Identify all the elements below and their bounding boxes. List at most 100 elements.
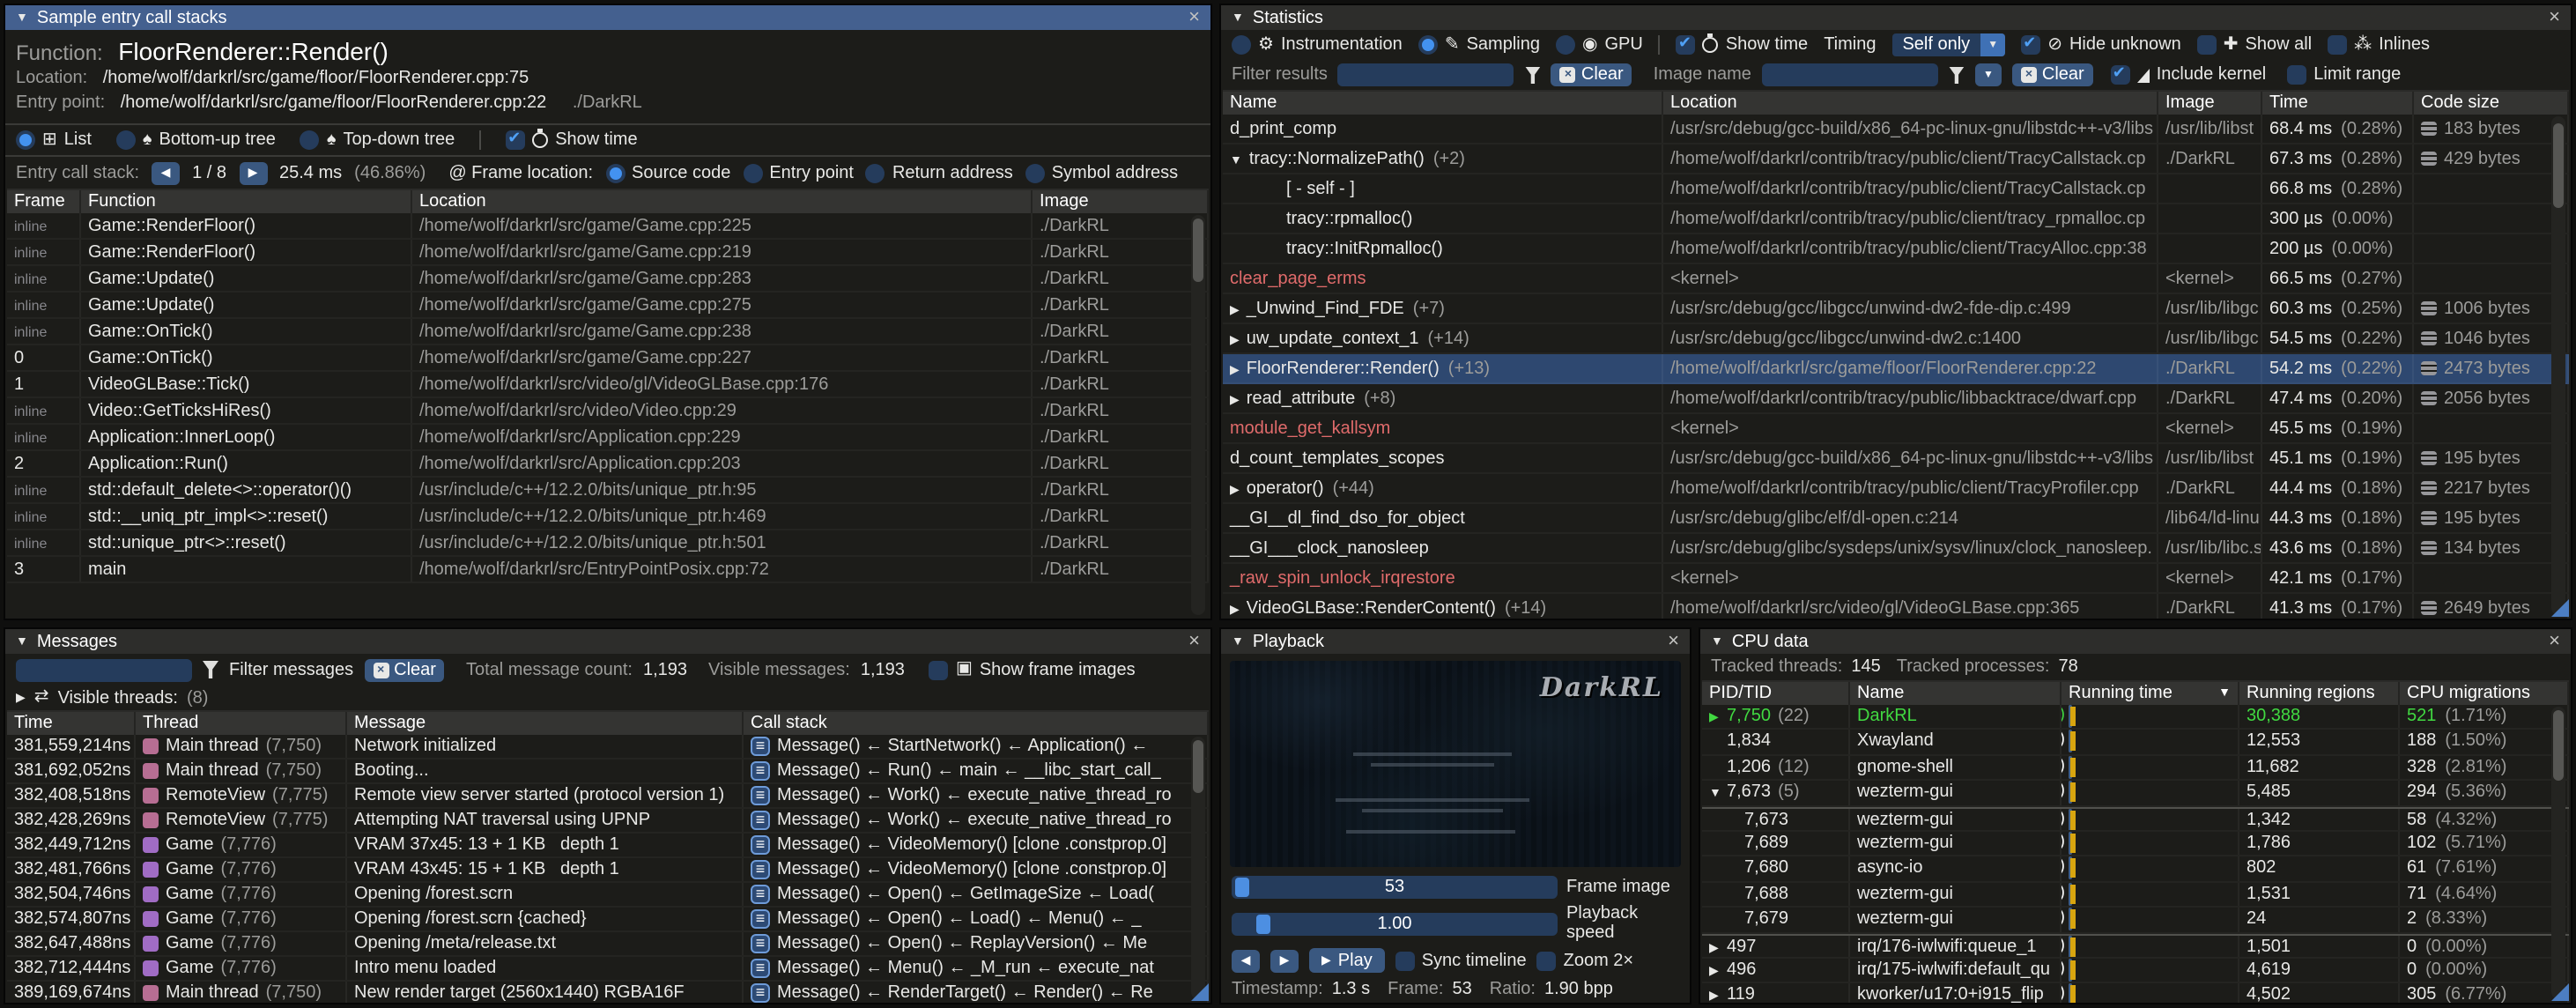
list-icon[interactable]: ≡ [751, 983, 770, 1003]
play-button[interactable]: ▶Play [1309, 948, 1385, 973]
collapse-icon[interactable]: ▼ [1711, 635, 1723, 648]
frame-loc-entry[interactable]: Entry point [743, 163, 854, 182]
statistics-row[interactable]: __GI__dl_find_dso_for_object /usr/src/de… [1223, 504, 2569, 534]
cpu-row[interactable]: ▶497 irq/176-iwlwifi:queue_1 132.15 ms (… [1702, 933, 2569, 959]
show-all-checkbox[interactable]: ✚Show all [2197, 35, 2312, 55]
call-stack-cell[interactable]: ≡Message() ← StartNetwork() ← Applicatio… [744, 735, 1209, 758]
location-cell[interactable]: /usr/src/debug/gcc/libgcc/unwind-dw2.c:1… [1663, 324, 2158, 352]
col-image[interactable]: Image [2158, 92, 2262, 115]
location-cell[interactable]: /home/wolf/darkrl/src/EntryPointPosix.cp… [412, 557, 1033, 582]
name-cell[interactable]: ▶uw_update_context_1(+14) [1223, 324, 1663, 352]
time-cell[interactable]: 382,428,269ns [7, 809, 136, 832]
name-cell[interactable]: __GI__dl_find_dso_for_object [1223, 504, 1663, 532]
pid-cell[interactable]: 7,673 [1702, 808, 1850, 830]
call-stack-row[interactable]: inline Application::InnerLoop() /home/wo… [7, 425, 1209, 451]
location-cell[interactable]: /usr/src/debug/gcc-build/x86_64-pc-linux… [1663, 444, 2158, 472]
close-icon[interactable]: × [2549, 8, 2560, 27]
name-cell[interactable]: ▶_Unwind_Find_FDE(+7) [1223, 294, 1663, 322]
call-stack-cell[interactable]: ≡Message() ← RenderTarget() ← Render() ←… [744, 982, 1209, 1003]
list-icon[interactable]: ≡ [751, 959, 770, 978]
call-stack-row[interactable]: 1 VideoGLBase::Tick() /home/wolf/darkrl/… [7, 372, 1209, 398]
list-icon[interactable]: ≡ [751, 860, 770, 879]
cpu-row[interactable]: 1,834 Xwayland 9.57 s (39.44%) 12,553 18… [1702, 730, 2569, 756]
list-icon[interactable]: ≡ [751, 786, 770, 805]
pid-cell[interactable]: 7,688 [1702, 882, 1850, 906]
list-icon[interactable]: ≡ [751, 761, 770, 781]
next-stack-button[interactable]: ▶ [239, 161, 267, 184]
scrollbar-thumb[interactable] [2553, 123, 2564, 208]
col-function[interactable]: Function [81, 190, 412, 213]
timing-dropdown[interactable]: Self only▼ [1891, 33, 2005, 56]
zoom-2x-checkbox[interactable]: Zoom 2× [1537, 951, 1634, 970]
close-icon[interactable]: × [1188, 8, 1200, 27]
message-row[interactable]: 382,408,518ns RemoteView(7,775) Remote v… [7, 784, 1209, 809]
function-cell[interactable]: Application::InnerLoop() [81, 425, 412, 449]
show-time-checkbox[interactable]: Show time [1677, 35, 1808, 55]
expander-icon[interactable]: ▶ [1230, 395, 1240, 407]
cpu-row[interactable]: 1,206(12) gnome-shell 4.64 s (19.10%) 11… [1702, 756, 2569, 782]
function-cell[interactable]: Game::OnTick() [81, 345, 412, 370]
name-cell[interactable]: d_count_templates_scopes [1223, 444, 1663, 472]
call-stack-cell[interactable]: ≡Message() ← Work() ← execute_native_thr… [744, 809, 1209, 832]
col-running-time[interactable]: Running time▼ [2062, 682, 2239, 705]
name-cell[interactable]: __GI___clock_nanosleep [1223, 534, 1663, 562]
location-cell[interactable]: /usr/src/debug/glibc/elf/dl-open.c:214 [1663, 504, 2158, 532]
limit-range-checkbox[interactable]: Limit range [2287, 65, 2401, 85]
function-cell[interactable]: Application::Run() [81, 451, 412, 476]
playback-speed-slider[interactable]: 1.00 [1232, 912, 1558, 935]
location-cell[interactable]: /home/wolf/darkrl/src/game/Game.cpp:225 [412, 213, 1033, 238]
pid-cell[interactable]: ▼7,673(5) [1702, 781, 1850, 804]
name-cell[interactable]: d_print_comp [1223, 115, 1663, 143]
location-cell[interactable]: /home/wolf/darkrl/contrib/tracy/public/c… [1663, 234, 2158, 263]
name-cell[interactable]: ▶read_attribute(+8) [1223, 384, 1663, 412]
location-cell[interactable]: /home/wolf/darkrl/src/video/gl/VideoGLBa… [412, 372, 1033, 397]
statistics-row[interactable]: ▶VideoGLBase::RenderContent()(+14) /home… [1223, 594, 2569, 619]
location-cell[interactable]: <kernel> [1663, 414, 2158, 442]
location-cell[interactable]: /usr/include/c++/12.2.0/bits/unique_ptr.… [412, 504, 1033, 529]
show-frame-images-checkbox[interactable]: ▣Show frame images [929, 660, 1136, 679]
location-cell[interactable]: /home/wolf/darkrl/src/game/floor/FloorRe… [1663, 354, 2158, 382]
view-mode-list[interactable]: ⊞List [16, 130, 92, 150]
message-row[interactable]: 382,504,746ns Game(7,776) Opening /fores… [7, 883, 1209, 908]
time-cell[interactable]: 389,169,674ns [7, 982, 136, 1003]
statistics-row[interactable]: ▶operator()(+44) /home/wolf/darkrl/contr… [1223, 474, 2569, 504]
pid-cell[interactable]: ▶497 [1702, 935, 1850, 957]
name-cell[interactable]: tracy::rpmalloc() [1223, 204, 1663, 233]
frame-slider[interactable]: 53 [1232, 876, 1558, 899]
location-cell[interactable]: /home/wolf/darkrl/contrib/tracy/public/l… [1663, 384, 2158, 412]
message-row[interactable]: 382,574,807ns Game(7,776) Opening /fores… [7, 908, 1209, 932]
pid-cell[interactable]: 1,834 [1702, 730, 1850, 754]
function-cell[interactable]: Game::OnTick() [81, 319, 412, 344]
cpu-row[interactable]: ▶496 irq/175-iwlwifi:default_qu 132.14 m… [1702, 959, 2569, 984]
cpu-row[interactable]: 7,689 wezterm-gui 49.46 ms (0.20%) 1,786… [1702, 832, 2569, 857]
hide-unknown-checkbox[interactable]: ⊘Hide unknown [2021, 35, 2181, 55]
call-stack-cell[interactable]: ≡Message() ← VideoMemory() [clone .const… [744, 834, 1209, 856]
col-location[interactable]: Location [1663, 92, 2158, 115]
call-stack-cell[interactable]: ≡Message() ← Work() ← execute_native_thr… [744, 784, 1209, 807]
list-icon[interactable]: ≡ [751, 934, 770, 953]
location-cell[interactable]: /home/wolf/darkrl/src/game/Game.cpp:227 [412, 345, 1033, 370]
call-stack-cell[interactable]: ≡Message() ← Open() ← Load() ← Menu() ← … [744, 908, 1209, 930]
collapse-icon[interactable]: ▼ [16, 635, 28, 648]
location-cell[interactable]: /home/wolf/darkrl/contrib/tracy/public/c… [1663, 474, 2158, 502]
cpu-row[interactable]: 7,680 async-io 29.02 ms (0.12%) 802 61(7… [1702, 857, 2569, 883]
col-time[interactable]: Time [2262, 92, 2414, 115]
call-stack-row[interactable]: 2 Application::Run() /home/wolf/darkrl/s… [7, 451, 1209, 478]
col-call-stack[interactable]: Call stack [744, 712, 1209, 735]
message-row[interactable]: 389,169,674ns Main thread(7,750) New ren… [7, 982, 1209, 1003]
name-cell[interactable]: ▶VideoGLBase::RenderContent()(+14) [1223, 594, 1663, 619]
expander-icon[interactable]: ▶ [1230, 604, 1240, 617]
col-code-size[interactable]: Code size [2414, 92, 2569, 115]
list-icon[interactable]: ≡ [751, 737, 770, 756]
location-cell[interactable]: /home/wolf/darkrl/src/game/Game.cpp:283 [412, 266, 1033, 291]
col-location[interactable]: Location [412, 190, 1033, 213]
prev-stack-button[interactable]: ◀ [152, 161, 180, 184]
statistics-row[interactable]: _raw_spin_unlock_irqrestore <kernel> <ke… [1223, 564, 2569, 594]
statistics-row[interactable]: d_count_templates_scopes /usr/src/debug/… [1223, 444, 2569, 474]
call-stack-row[interactable]: inline Game::Update() /home/wolf/darkrl/… [7, 266, 1209, 293]
pid-cell[interactable]: ▶496 [1702, 959, 1850, 982]
include-kernel-checkbox[interactable]: Include kernel [2111, 65, 2267, 85]
scrollbar-thumb[interactable] [1193, 740, 1203, 793]
name-cell[interactable]: [ - self - ] [1223, 174, 1663, 203]
col-running-regions[interactable]: Running regions [2239, 682, 2400, 705]
